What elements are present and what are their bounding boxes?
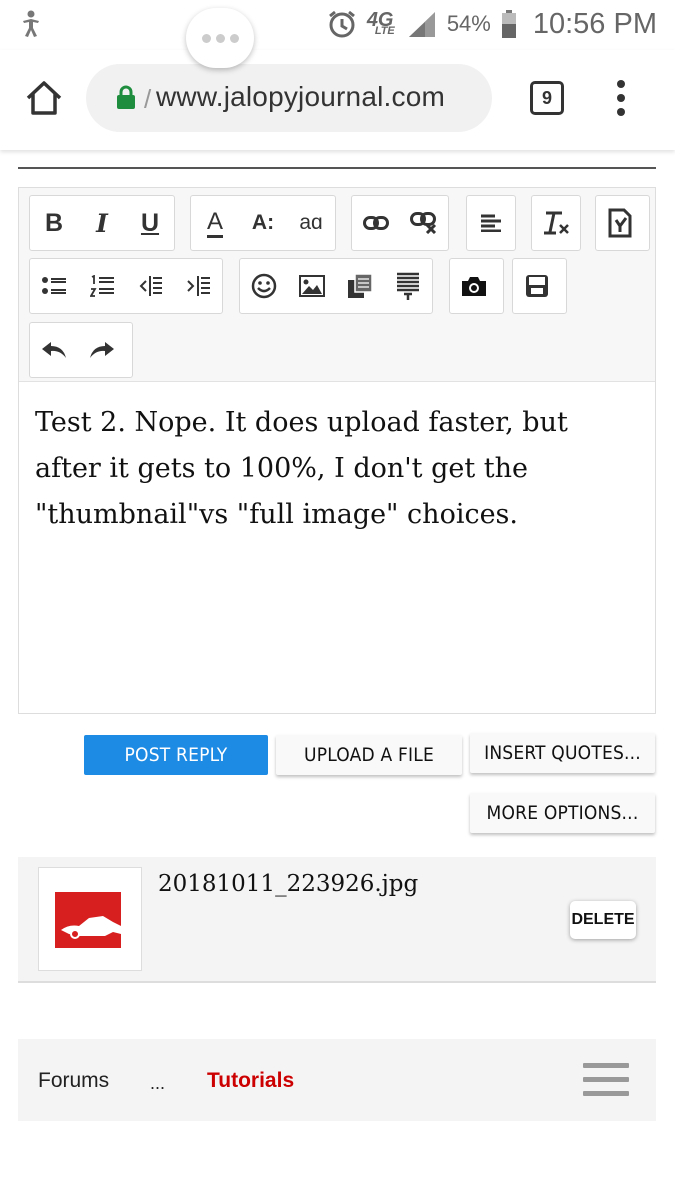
bbcode-group bbox=[595, 195, 650, 251]
logo-thumbnail-image bbox=[55, 892, 121, 948]
outdent-button[interactable] bbox=[126, 259, 174, 313]
insert-quote-button[interactable] bbox=[384, 259, 432, 313]
font-size-button[interactable]: A: bbox=[239, 196, 287, 250]
list-group bbox=[29, 258, 223, 314]
align-group bbox=[466, 195, 516, 251]
battery-icon bbox=[501, 10, 516, 38]
font-color-icon: A bbox=[206, 208, 223, 238]
numbered-list-button[interactable] bbox=[78, 259, 126, 313]
message-line: "thumbnail"vs "full image" choices. bbox=[35, 499, 518, 530]
breadcrumb-forums[interactable]: Forums bbox=[38, 1069, 109, 1093]
breadcrumb-tutorials[interactable]: Tutorials bbox=[207, 1069, 294, 1093]
insert-group bbox=[239, 258, 433, 314]
message-body[interactable]: Test 2. Nope. It does upload faster, but… bbox=[35, 400, 635, 538]
redo-icon bbox=[90, 342, 114, 358]
url-cursor: / bbox=[144, 84, 152, 114]
breadcrumb-ellipsis[interactable]: ... bbox=[150, 1073, 165, 1094]
upload-file-button[interactable]: UPLOAD A FILE bbox=[276, 735, 462, 775]
divider bbox=[18, 167, 656, 169]
camera-button[interactable] bbox=[450, 259, 498, 313]
hamburger-menu-icon[interactable] bbox=[583, 1063, 629, 1097]
font-family-icon: aɑ bbox=[299, 211, 323, 234]
save-group bbox=[512, 258, 567, 314]
font-size-icon: A: bbox=[251, 211, 275, 234]
battery-percent: 54% bbox=[446, 11, 491, 36]
italic-icon: I bbox=[96, 208, 108, 238]
save-draft-button[interactable] bbox=[513, 259, 561, 313]
bold-icon: B bbox=[44, 208, 64, 237]
message-line: after it gets to 100%, I don't get the bbox=[35, 453, 529, 484]
home-icon[interactable] bbox=[24, 78, 64, 118]
align-button[interactable] bbox=[467, 196, 515, 250]
network-type: 4G LTE bbox=[366, 9, 395, 37]
rich-text-editor: B I U A A: aɑ Test 2. Nope. It does uplo… bbox=[18, 187, 656, 714]
signal-icon bbox=[408, 12, 435, 37]
clear-format-button[interactable] bbox=[532, 196, 580, 250]
tab-switcher-button[interactable]: 9 bbox=[530, 81, 564, 115]
font-color-button[interactable]: A bbox=[191, 196, 239, 250]
numbered-list-icon bbox=[90, 275, 114, 297]
message-line: Test 2. Nope. It does upload faster, but bbox=[35, 407, 568, 438]
status-bar: 4G LTE 54% 10:56 PM bbox=[0, 0, 675, 50]
breadcrumb-bar: Forums ... Tutorials bbox=[18, 1039, 656, 1121]
clear-format-group bbox=[531, 195, 581, 251]
attachment-filename: 20181011_223926.jpg bbox=[158, 871, 419, 897]
address-bar[interactable]: / www.jalopyjournal.com bbox=[86, 64, 492, 132]
image-icon bbox=[299, 275, 325, 297]
more-tabs-bubble[interactable] bbox=[186, 8, 254, 68]
unlink-icon bbox=[410, 212, 437, 234]
url-text: www.jalopyjournal.com bbox=[156, 81, 445, 112]
dot-icon bbox=[201, 33, 211, 43]
underline-button[interactable]: U bbox=[126, 196, 174, 250]
text-style-group: B I U bbox=[29, 195, 175, 251]
media-icon bbox=[348, 273, 373, 298]
clock: 10:56 PM bbox=[532, 7, 657, 40]
bullet-list-icon bbox=[42, 277, 66, 294]
toggle-bbcode-icon bbox=[608, 208, 632, 238]
undo-icon bbox=[42, 342, 66, 358]
attachment-item: 20181011_223926.jpg DELETE bbox=[18, 857, 656, 983]
font-family-button[interactable]: aɑ bbox=[287, 196, 335, 250]
clear-format-icon bbox=[544, 211, 569, 235]
italic-button[interactable]: I bbox=[78, 196, 126, 250]
link-icon bbox=[363, 216, 389, 230]
accessibility-icon bbox=[23, 10, 39, 37]
editor-toolbar: B I U A A: aɑ bbox=[19, 188, 655, 382]
camera-group bbox=[449, 258, 504, 314]
align-icon bbox=[481, 214, 501, 232]
undo-button[interactable] bbox=[30, 323, 78, 377]
save-draft-icon bbox=[526, 275, 548, 297]
lock-icon bbox=[117, 85, 135, 109]
camera-icon bbox=[462, 277, 486, 296]
underline-icon: U bbox=[140, 208, 160, 237]
redo-button[interactable] bbox=[78, 323, 126, 377]
delete-attachment-button[interactable]: DELETE bbox=[570, 901, 636, 939]
alarm-icon bbox=[328, 10, 355, 38]
dot-icon bbox=[229, 33, 239, 43]
attachment-thumbnail[interactable] bbox=[38, 867, 142, 971]
browser-toolbar: / www.jalopyjournal.com 9 bbox=[0, 50, 675, 150]
link-button[interactable] bbox=[352, 196, 400, 250]
smilie-button[interactable] bbox=[240, 259, 288, 313]
smilie-icon bbox=[251, 273, 277, 299]
outdent-icon bbox=[139, 276, 162, 296]
dot-icon bbox=[215, 33, 225, 43]
indent-button[interactable] bbox=[174, 259, 222, 313]
link-group bbox=[351, 195, 449, 251]
history-group bbox=[29, 322, 133, 378]
font-group: A A: aɑ bbox=[190, 195, 336, 251]
insert-quotes-button[interactable]: INSERT QUOTES... bbox=[470, 733, 655, 773]
bold-button[interactable]: B bbox=[30, 196, 78, 250]
insert-quote-icon bbox=[397, 272, 419, 300]
more-options-button[interactable]: MORE OPTIONS... bbox=[470, 793, 655, 833]
image-button[interactable] bbox=[288, 259, 336, 313]
indent-icon bbox=[187, 276, 210, 296]
post-reply-button[interactable]: POST REPLY bbox=[84, 735, 268, 775]
bullet-list-button[interactable] bbox=[30, 259, 78, 313]
media-button[interactable] bbox=[336, 259, 384, 313]
menu-icon[interactable] bbox=[616, 80, 626, 120]
unlink-button[interactable] bbox=[400, 196, 448, 250]
toggle-bbcode-button[interactable] bbox=[596, 196, 644, 250]
